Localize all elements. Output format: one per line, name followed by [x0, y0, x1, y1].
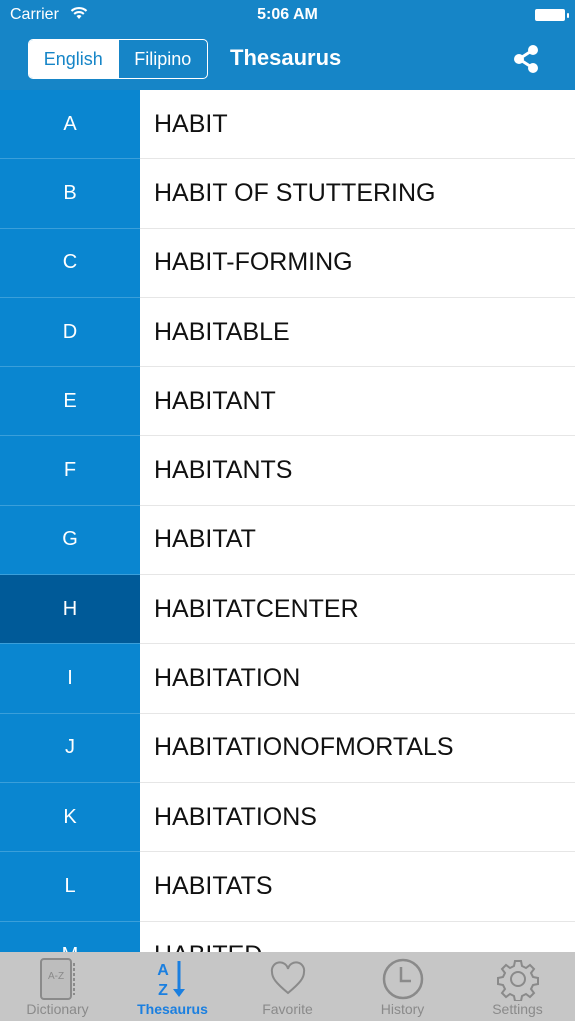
nav-header: Carrier 5:06 AM English Filipino Thesaur… — [0, 0, 575, 90]
letter-index[interactable]: L — [0, 852, 140, 922]
page-title: Thesaurus — [230, 45, 342, 70]
letter-index[interactable]: G — [0, 505, 140, 576]
list-row[interactable]: J HABITATIONOFMORTALS — [0, 713, 575, 783]
svg-text:A-Z: A-Z — [47, 971, 63, 982]
tab-history[interactable]: History — [345, 952, 460, 1021]
svg-text:Z: Z — [158, 982, 168, 999]
list-row[interactable]: D HABITABLE — [0, 297, 575, 368]
tab-label: Dictionary — [26, 1001, 89, 1017]
list-row[interactable]: A HABIT — [0, 90, 575, 160]
tab-bar: A-Z Dictionary AZ Thesaurus Favorite His… — [0, 952, 575, 1021]
tab-favorite[interactable]: Favorite — [230, 952, 345, 1021]
tab-label: Thesaurus — [137, 1001, 208, 1017]
tab-settings[interactable]: Settings — [460, 952, 575, 1021]
word-item[interactable]: HABIT OF STUTTERING — [140, 159, 575, 229]
battery-icon — [535, 9, 569, 21]
letter-index[interactable]: A — [0, 90, 140, 160]
word-item[interactable]: HABITATION — [140, 644, 575, 714]
clock-time: 5:06 AM — [257, 6, 318, 23]
svg-text:A: A — [157, 962, 169, 979]
segment-english[interactable]: English — [29, 40, 118, 78]
letter-index[interactable]: F — [0, 436, 140, 506]
list-row[interactable]: I HABITATION — [0, 644, 575, 714]
share-button[interactable] — [510, 42, 544, 76]
list-row[interactable]: B HABIT OF STUTTERING — [0, 159, 575, 229]
letter-index-selected[interactable]: H — [0, 575, 140, 645]
word-item[interactable]: HABITANTS — [140, 436, 575, 506]
word-item[interactable]: HABITABLE — [140, 298, 575, 368]
letter-index[interactable]: D — [0, 297, 140, 368]
book-az-icon: A-Z — [35, 957, 81, 1001]
list-row[interactable]: G HABITAT — [0, 505, 575, 576]
word-item[interactable]: HABITATCENTER — [140, 575, 575, 645]
word-item[interactable]: HABITAT — [140, 506, 575, 576]
tab-thesaurus[interactable]: AZ Thesaurus — [115, 952, 230, 1021]
letter-index[interactable]: J — [0, 713, 140, 783]
letter-index[interactable]: M — [0, 921, 140, 952]
tab-label: History — [380, 1001, 425, 1017]
tab-dictionary[interactable]: A-Z Dictionary — [0, 952, 115, 1021]
az-sort-icon: AZ — [150, 957, 196, 1001]
list-row[interactable]: L HABITATS — [0, 852, 575, 922]
word-item[interactable]: HABITATIONS — [140, 783, 575, 853]
list-row[interactable]: C HABIT-FORMING — [0, 228, 575, 298]
language-segmented-control[interactable]: English Filipino — [28, 39, 208, 79]
letter-index[interactable]: K — [0, 782, 140, 853]
letter-index[interactable]: C — [0, 228, 140, 298]
list-row[interactable]: K HABITATIONS — [0, 782, 575, 853]
word-item[interactable]: HABITATIONOFMORTALS — [140, 714, 575, 783]
status-bar: Carrier 5:06 AM — [0, 0, 575, 32]
list-row[interactable]: F HABITANTS — [0, 436, 575, 506]
segment-filipino[interactable]: Filipino — [117, 40, 208, 78]
word-item[interactable]: HABIT-FORMING — [140, 229, 575, 298]
list-row[interactable]: MHABITED — [0, 921, 575, 952]
word-item[interactable]: HABITATS — [140, 852, 575, 922]
word-item[interactable]: HABITED — [140, 922, 575, 952]
clock-icon — [380, 957, 426, 1001]
gear-icon — [495, 957, 541, 1001]
heart-icon — [265, 957, 311, 1001]
letter-index[interactable]: B — [0, 159, 140, 229]
tab-label: Favorite — [262, 1001, 313, 1017]
word-item[interactable]: HABIT — [140, 90, 575, 160]
share-icon — [514, 45, 538, 73]
letter-index[interactable]: I — [0, 644, 140, 714]
list-row-selected[interactable]: H HABITATCENTER — [0, 575, 575, 645]
word-item[interactable]: HABITANT — [140, 367, 575, 437]
list-row[interactable]: E HABITANT — [0, 367, 575, 437]
letter-index[interactable]: E — [0, 367, 140, 437]
word-list[interactable]: A HABIT B HABIT OF STUTTERING C HABIT-FORMI… — [0, 90, 575, 952]
tab-label: Settings — [492, 1001, 543, 1017]
